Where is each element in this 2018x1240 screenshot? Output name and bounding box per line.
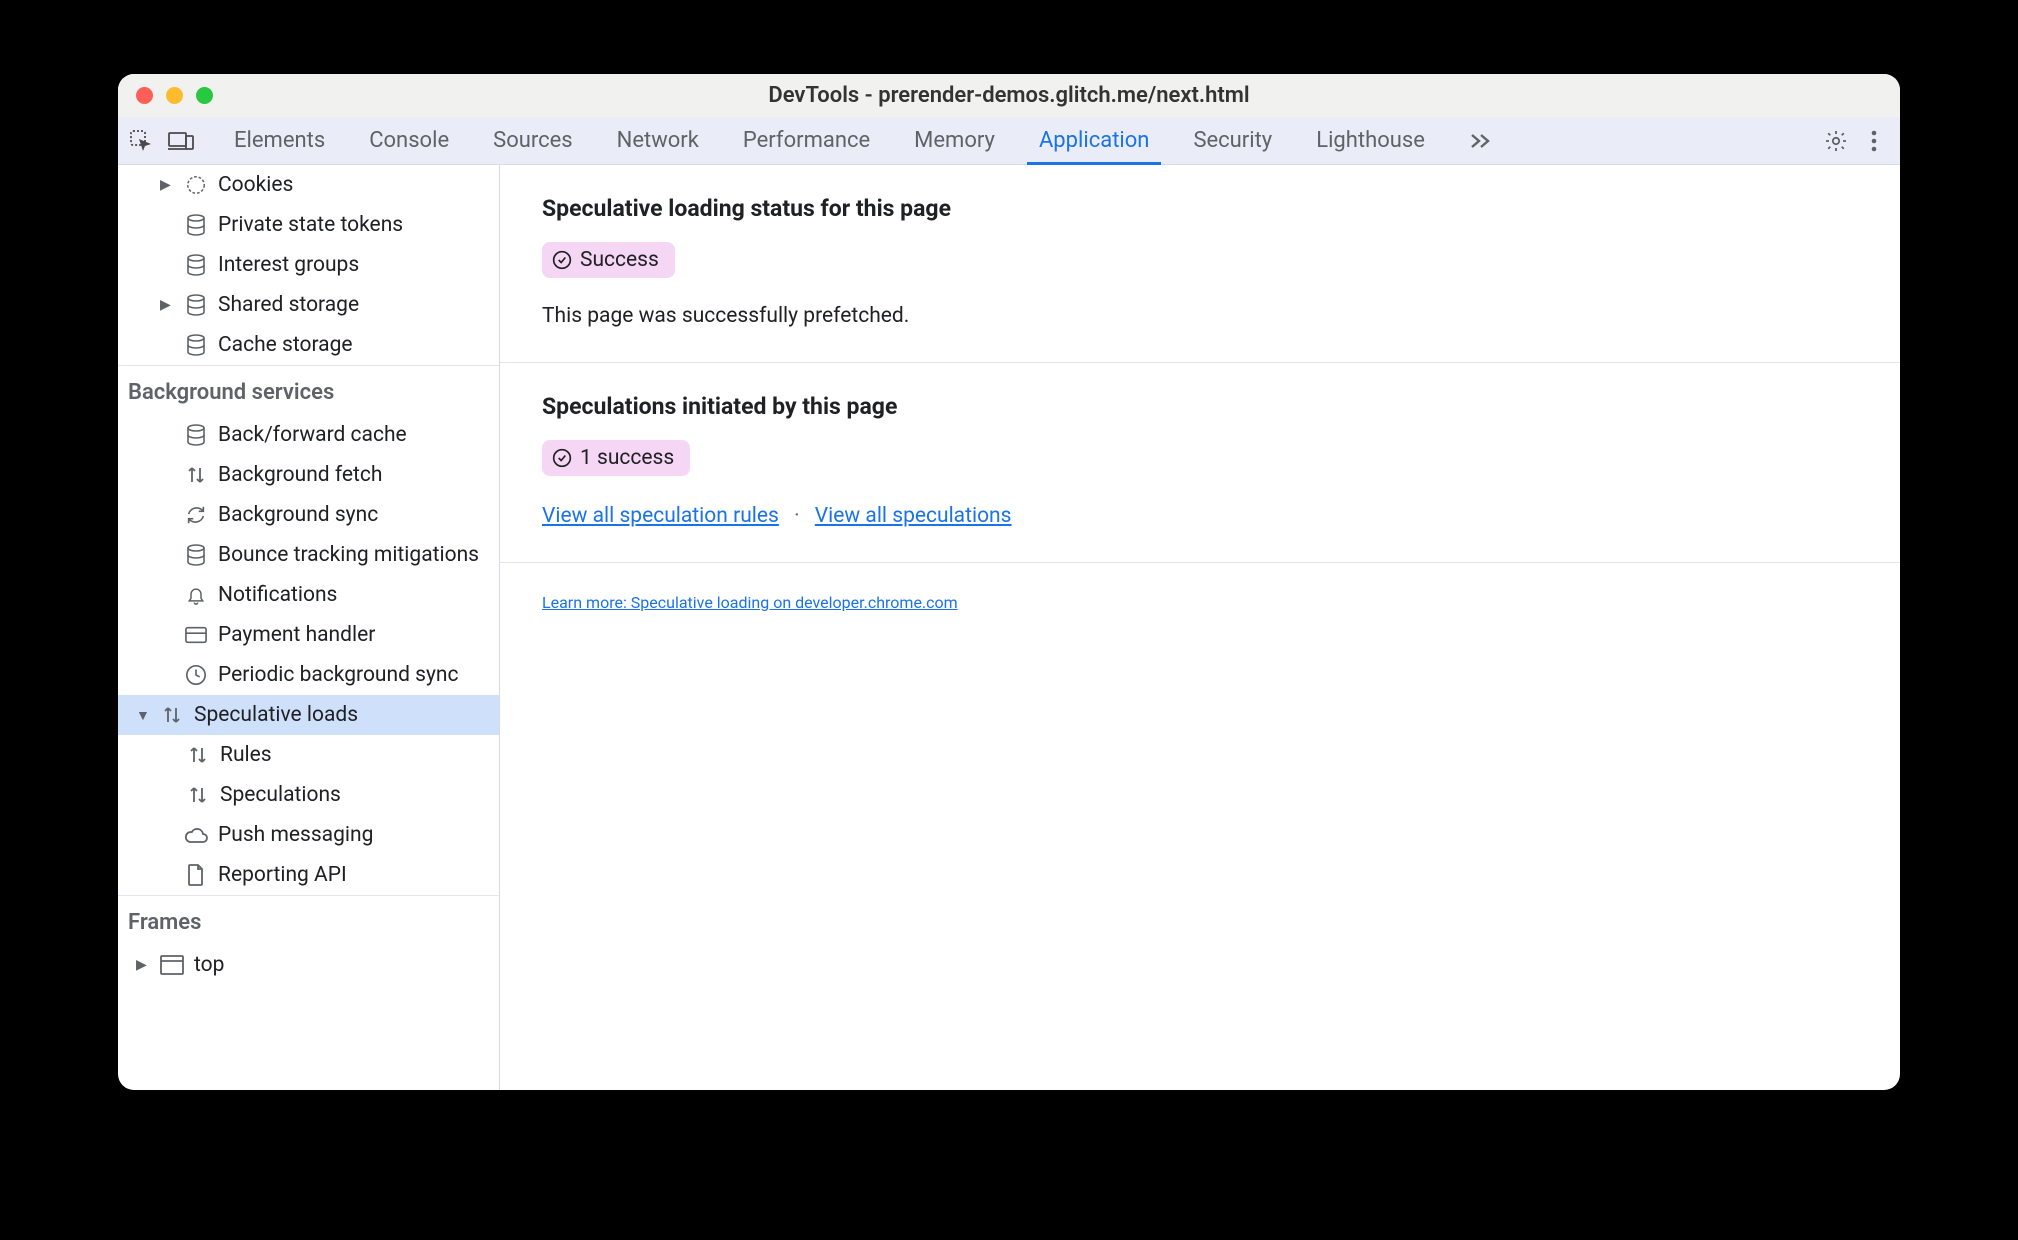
tab-performance[interactable]: Performance <box>721 117 892 164</box>
sidebar-item-payment-handler[interactable]: Payment handler <box>118 615 499 655</box>
sidebar-item-label: Bounce tracking mitigations <box>218 543 479 567</box>
inspect-element-icon[interactable] <box>128 128 154 154</box>
devtools-window: DevTools - prerender-demos.glitch.me/nex… <box>118 74 1900 1090</box>
view-rules-link[interactable]: View all speculation rules <box>542 504 779 528</box>
sidebar-item-label: Push messaging <box>218 823 373 847</box>
learn-more-link[interactable]: Learn more: Speculative loading on devel… <box>542 593 958 612</box>
sidebar-item-bounce-tracking[interactable]: Bounce tracking mitigations <box>118 535 499 575</box>
application-sidebar: ▶ Cookies Private state tokens Interest … <box>118 165 500 1090</box>
initiated-heading: Speculations initiated by this page <box>542 393 1858 420</box>
status-badge-label: Success <box>580 248 659 272</box>
sync-icon <box>184 503 208 527</box>
minimize-window-button[interactable] <box>166 87 183 104</box>
sidebar-item-label: Back/forward cache <box>218 423 407 447</box>
sidebar-item-periodic-sync[interactable]: Periodic background sync <box>118 655 499 695</box>
tab-network[interactable]: Network <box>595 117 721 164</box>
sidebar-item-label: Shared storage <box>218 293 359 317</box>
status-text: This page was successfully prefetched. <box>542 304 1858 328</box>
database-icon <box>184 293 208 317</box>
transfer-icon <box>186 783 210 807</box>
close-window-button[interactable] <box>136 87 153 104</box>
check-circle-icon <box>552 250 572 270</box>
fullscreen-window-button[interactable] <box>196 87 213 104</box>
initiated-badge: 1 success <box>542 440 690 476</box>
panel-tabs: Elements Console Sources Network Perform… <box>212 117 1515 164</box>
database-icon <box>184 253 208 277</box>
database-icon <box>184 213 208 237</box>
cookie-icon <box>184 173 208 197</box>
check-circle-icon <box>552 448 572 468</box>
tab-memory[interactable]: Memory <box>892 117 1017 164</box>
titlebar: DevTools - prerender-demos.glitch.me/nex… <box>118 74 1900 117</box>
sidebar-item-label: Background fetch <box>218 463 382 487</box>
sidebar-item-label: Cache storage <box>218 333 353 357</box>
sidebar-item-background-fetch[interactable]: Background fetch <box>118 455 499 495</box>
status-badge: Success <box>542 242 675 278</box>
sidebar-item-rules[interactable]: Rules <box>118 735 499 775</box>
sidebar-section-frames: Frames <box>118 895 499 945</box>
sidebar-item-frame-top[interactable]: ▶ top <box>118 945 499 985</box>
initiated-section: Speculations initiated by this page 1 su… <box>500 363 1900 563</box>
document-icon <box>184 863 208 887</box>
sidebar-item-notifications[interactable]: Notifications <box>118 575 499 615</box>
settings-icon[interactable] <box>1824 129 1848 153</box>
sidebar-item-label: Rules <box>220 743 272 767</box>
sidebar-item-label: Private state tokens <box>218 213 403 237</box>
transfer-icon <box>160 703 184 727</box>
sidebar-item-label: Background sync <box>218 503 378 527</box>
sidebar-item-label: Interest groups <box>218 253 359 277</box>
sidebar-item-label: Payment handler <box>218 623 375 647</box>
cloud-icon <box>184 823 208 847</box>
links-row: View all speculation rules · View all sp… <box>542 504 1858 528</box>
credit-card-icon <box>184 623 208 647</box>
tab-sources[interactable]: Sources <box>471 117 595 164</box>
view-speculations-link[interactable]: View all speculations <box>815 504 1012 528</box>
sidebar-item-label: Speculative loads <box>194 703 358 727</box>
device-toggle-icon[interactable] <box>168 128 194 154</box>
sidebar-item-speculations[interactable]: Speculations <box>118 775 499 815</box>
sidebar-item-cookies[interactable]: ▶ Cookies <box>118 165 499 205</box>
sidebar-item-label: Speculations <box>220 783 341 807</box>
sidebar-item-interest-groups[interactable]: Interest groups <box>118 245 499 285</box>
transfer-icon <box>184 463 208 487</box>
tab-application[interactable]: Application <box>1017 117 1171 164</box>
tabs-overflow-icon[interactable] <box>1447 117 1515 164</box>
separator: · <box>794 504 800 528</box>
devtools-toolbar: Elements Console Sources Network Perform… <box>118 117 1900 165</box>
window-title: DevTools - prerender-demos.glitch.me/nex… <box>118 83 1900 108</box>
status-section: Speculative loading status for this page… <box>500 165 1900 363</box>
tab-security[interactable]: Security <box>1171 117 1294 164</box>
sidebar-item-cache-storage[interactable]: Cache storage <box>118 325 499 365</box>
main-panel: Speculative loading status for this page… <box>500 165 1900 1090</box>
tab-lighthouse[interactable]: Lighthouse <box>1294 117 1447 164</box>
sidebar-item-background-sync[interactable]: Background sync <box>118 495 499 535</box>
sidebar-item-label: top <box>194 953 224 977</box>
learn-more-section: Learn more: Speculative loading on devel… <box>500 563 1900 646</box>
sidebar-item-push-messaging[interactable]: Push messaging <box>118 815 499 855</box>
tab-console[interactable]: Console <box>347 117 471 164</box>
database-icon <box>184 423 208 447</box>
transfer-icon <box>186 743 210 767</box>
bell-icon <box>184 583 208 607</box>
sidebar-item-label: Cookies <box>218 173 293 197</box>
content-area: ▶ Cookies Private state tokens Interest … <box>118 165 1900 1090</box>
frame-icon <box>160 953 184 977</box>
window-controls <box>118 87 213 104</box>
initiated-badge-label: 1 success <box>580 446 674 470</box>
sidebar-item-shared-storage[interactable]: ▶ Shared storage <box>118 285 499 325</box>
tab-elements[interactable]: Elements <box>212 117 347 164</box>
status-heading: Speculative loading status for this page <box>542 195 1858 222</box>
sidebar-item-label: Reporting API <box>218 863 347 887</box>
sidebar-item-label: Notifications <box>218 583 337 607</box>
sidebar-item-private-state-tokens[interactable]: Private state tokens <box>118 205 499 245</box>
database-icon <box>184 333 208 357</box>
database-icon <box>184 543 208 567</box>
sidebar-section-background-services: Background services <box>118 365 499 415</box>
clock-icon <box>184 663 208 687</box>
sidebar-item-reporting-api[interactable]: Reporting API <box>118 855 499 895</box>
sidebar-item-bf-cache[interactable]: Back/forward cache <box>118 415 499 455</box>
sidebar-item-speculative-loads[interactable]: ▼ Speculative loads <box>118 695 499 735</box>
more-menu-icon[interactable] <box>1870 129 1878 153</box>
sidebar-item-label: Periodic background sync <box>218 663 459 687</box>
